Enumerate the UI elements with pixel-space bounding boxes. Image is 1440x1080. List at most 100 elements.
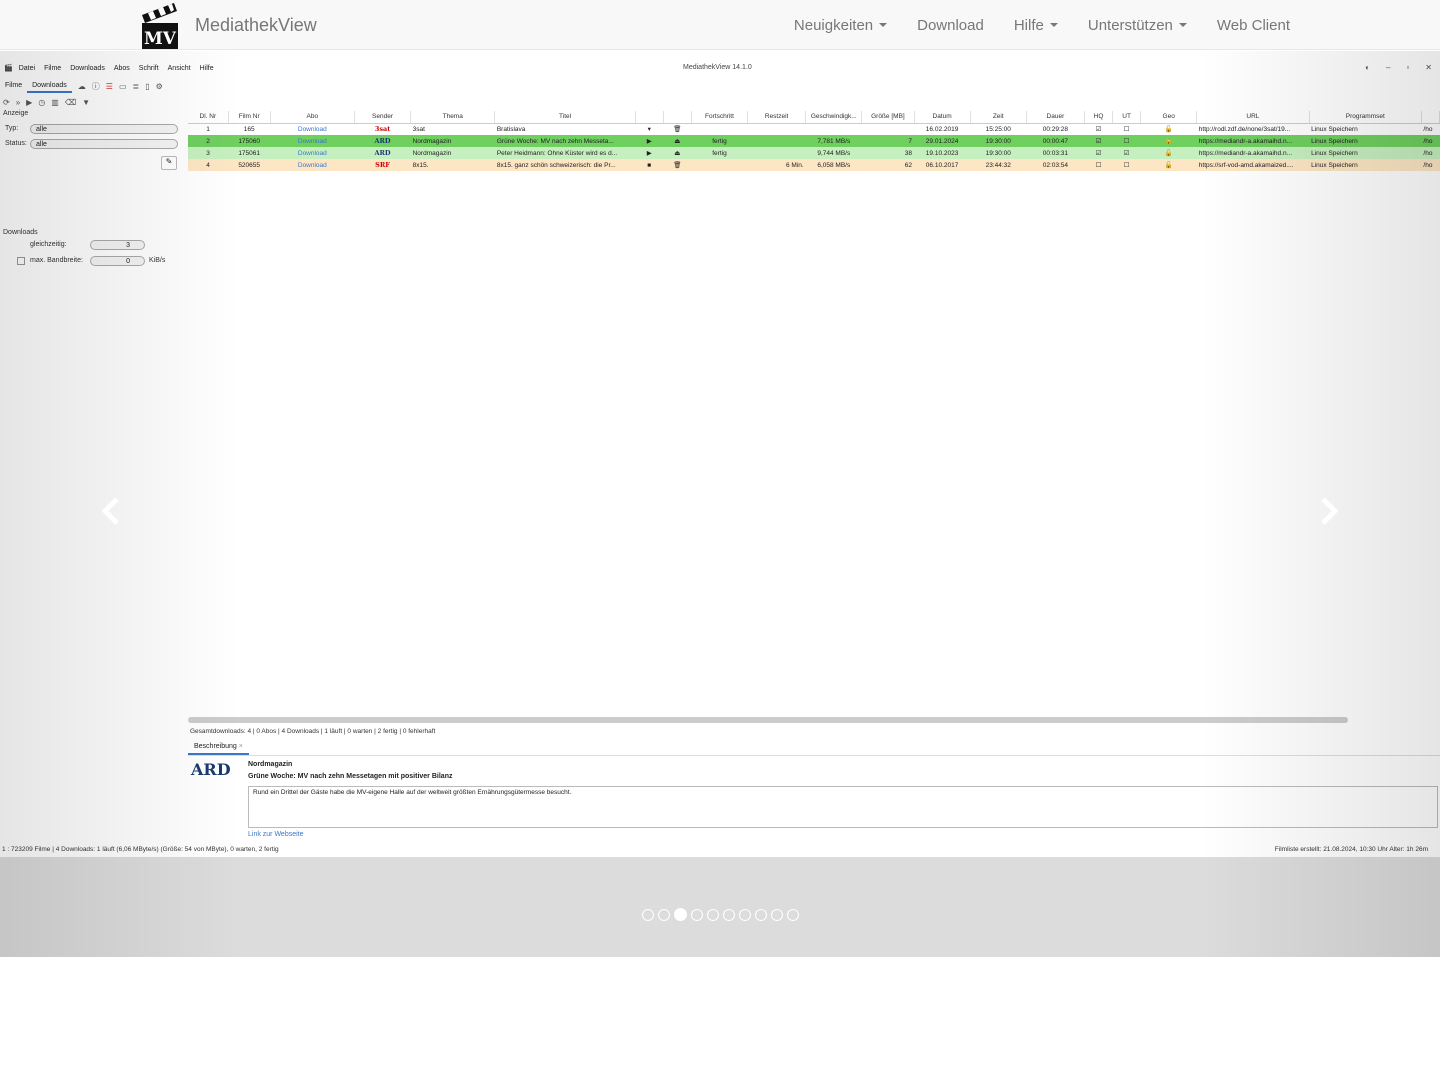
table-cell[interactable]: ☑ — [1084, 147, 1112, 159]
column-header[interactable] — [635, 111, 664, 124]
list-icon[interactable]: ☰ — [106, 82, 113, 91]
column-header[interactable]: Geschwindigk... — [805, 111, 863, 124]
brand-title[interactable]: MediathekView — [195, 15, 317, 36]
settings-icon[interactable]: ⚙ — [156, 82, 163, 91]
minimize-icon[interactable]: – — [1386, 63, 1390, 72]
menu-ansicht[interactable]: Ansicht — [168, 65, 191, 72]
gleichzeitig-spinner[interactable]: 3 — [90, 240, 145, 250]
column-header[interactable]: HQ — [1084, 111, 1114, 124]
table-cell: 6,058 MB/s — [817, 161, 851, 169]
table-row[interactable]: 3 175061 Download ARD Nordmagazin Peter Heidm… — [188, 147, 1440, 159]
menu-schrift[interactable]: Schrift — [139, 65, 159, 72]
window-icon[interactable]: ▭ — [119, 82, 127, 91]
nav-web-client[interactable]: Web Client — [1202, 17, 1305, 34]
website-link[interactable]: Link zur Webseite — [248, 831, 304, 838]
carousel-indicator[interactable] — [641, 909, 654, 921]
carousel-indicator[interactable] — [673, 908, 687, 921]
table-cell: 🔓 — [1164, 138, 1173, 145]
file-icon[interactable]: ▯ — [145, 82, 149, 91]
carousel-next-button[interactable] — [1309, 491, 1349, 531]
chevron-left-icon — [101, 497, 119, 525]
table-cell[interactable]: ☑ — [1084, 135, 1112, 147]
table-cell[interactable]: ☐ — [1113, 135, 1141, 147]
carousel-indicator[interactable] — [738, 909, 751, 921]
menu-filme[interactable]: Filme — [44, 65, 61, 72]
column-header[interactable]: Dl. Nr — [188, 111, 229, 124]
tab-beschreibung[interactable]: Beschreibung × — [188, 741, 249, 755]
eraser-icon[interactable]: ⌫ — [65, 98, 76, 107]
carousel-indicator[interactable] — [657, 909, 670, 921]
nav-hilfe[interactable]: Hilfe — [999, 17, 1073, 34]
table-row[interactable]: 2 175060 Download ARD Nordmagazin Grüne Woche… — [188, 135, 1440, 147]
column-header[interactable]: Größe [MB] — [861, 111, 915, 124]
column-header[interactable]: URL — [1196, 111, 1310, 124]
carousel-prev-button[interactable] — [91, 491, 131, 531]
brand[interactable]: MV MediathekView — [140, 0, 317, 50]
tab-downloads[interactable]: Downloads — [27, 79, 72, 93]
column-header[interactable]: Film Nr — [228, 111, 271, 124]
filter-icon[interactable]: ▼ — [82, 98, 90, 107]
table-cell: ARD — [374, 137, 391, 145]
column-header[interactable] — [1421, 111, 1440, 124]
info-icon[interactable]: ⓘ — [92, 81, 100, 92]
carousel-indicator[interactable] — [754, 909, 767, 921]
maximize-icon[interactable]: ▫ — [1406, 63, 1409, 72]
tab-filme[interactable]: Filme — [0, 79, 27, 93]
cloud-download-icon[interactable]: ☁ — [78, 82, 86, 91]
status-select[interactable]: alle — [30, 139, 178, 149]
column-header[interactable]: Dauer — [1026, 111, 1085, 124]
clear-filter-button[interactable]: ✎ — [161, 156, 177, 170]
column-header[interactable]: Geo — [1140, 111, 1198, 124]
table-cell[interactable]: ☐ — [1113, 123, 1141, 135]
column-header[interactable]: Programmset — [1309, 111, 1422, 124]
menu-hilfe[interactable]: Hilfe — [200, 65, 214, 72]
nav-neuigkeiten[interactable]: Neuigkeiten — [779, 17, 902, 34]
column-header[interactable]: Abo — [270, 111, 355, 124]
table-cell: 15:25:00 — [985, 125, 1011, 133]
table-cell[interactable]: Download — [270, 123, 354, 135]
carousel-indicator[interactable] — [690, 909, 703, 921]
double-chevron-icon[interactable]: » — [16, 98, 20, 107]
carousel-indicator[interactable] — [706, 909, 719, 921]
carousel-indicator[interactable] — [786, 909, 799, 921]
column-header[interactable] — [663, 111, 692, 124]
column-header[interactable]: Titel — [494, 111, 636, 124]
menu-downloads[interactable]: Downloads — [70, 65, 105, 72]
typ-select[interactable]: alle — [30, 124, 178, 134]
nav-download[interactable]: Download — [902, 17, 999, 34]
bandbreite-spinner[interactable]: 0 — [90, 256, 145, 266]
table-cell[interactable]: Download — [270, 147, 354, 159]
refresh-icon[interactable]: ⟳ — [3, 98, 10, 107]
table-row[interactable]: 4 520655 Download SRF 8x15. 8x15. ganz schön … — [188, 159, 1440, 171]
table-cell[interactable]: ☐ — [1113, 159, 1141, 171]
column-header[interactable]: Datum — [914, 111, 971, 124]
column-header[interactable]: Restzeit — [747, 111, 807, 124]
column-header[interactable]: Thema — [410, 111, 496, 124]
column-header[interactable]: UT — [1112, 111, 1142, 124]
carousel-indicator[interactable] — [722, 909, 735, 921]
column-header[interactable]: Fortschritt — [691, 111, 749, 124]
nav-unterstuetzen[interactable]: Unterstützen — [1073, 17, 1202, 34]
carousel-indicator[interactable] — [770, 909, 783, 921]
horizontal-scrollbar[interactable] — [188, 717, 1348, 723]
play-icon[interactable]: ▶ — [26, 98, 32, 107]
close-icon[interactable]: ✕ — [1425, 63, 1432, 72]
clock-icon[interactable]: ◷ — [38, 98, 45, 107]
database-icon[interactable]: ≣ — [133, 82, 140, 91]
trash-icon[interactable]: ▥ — [51, 98, 59, 107]
table-row[interactable]: 1 165 Download 3sat 3sat Bratislava ▾ 🗑 16.02.20… — [188, 123, 1440, 135]
menu-abos[interactable]: Abos — [114, 65, 130, 72]
table-cell[interactable]: ☐ — [1084, 159, 1112, 171]
theme-icon[interactable]: ◐ — [1365, 63, 1370, 72]
column-header[interactable]: Sender — [354, 111, 412, 124]
menu-datei[interactable]: Datei — [19, 65, 35, 72]
table-cell[interactable]: Download — [270, 135, 354, 147]
table-cell[interactable]: ☑ — [1113, 147, 1141, 159]
table-cell — [748, 123, 806, 135]
column-header[interactable]: Zeit — [970, 111, 1027, 124]
close-icon[interactable]: × — [239, 743, 243, 750]
table-cell[interactable]: ☑ — [1084, 123, 1112, 135]
table-cell[interactable]: Download — [270, 159, 354, 171]
download-summary: Gesamtdownloads: 4 | 0 Abos | 4 Download… — [190, 728, 436, 735]
bandbreite-checkbox[interactable] — [17, 257, 25, 265]
